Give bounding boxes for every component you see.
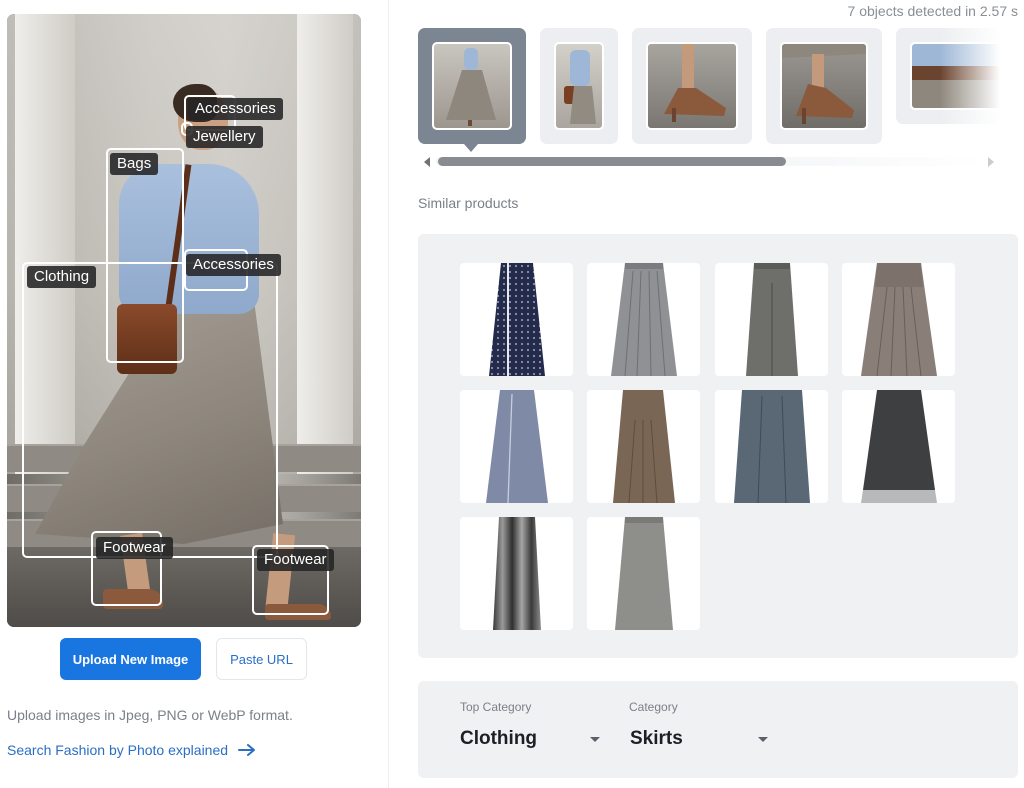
object-thumb-footwear[interactable] — [632, 28, 752, 144]
scroll-left-icon[interactable] — [424, 157, 430, 167]
detection-label-footwear[interactable]: Footwear — [96, 537, 173, 559]
object-thumb-footwear-2[interactable] — [766, 28, 882, 144]
upload-format-hint: Upload images in Jpeg, PNG or WebP forma… — [7, 707, 293, 723]
scrollbar-thumb[interactable] — [438, 157, 786, 166]
explained-link[interactable]: Search Fashion by Photo explained — [7, 742, 256, 758]
product-card[interactable] — [460, 390, 573, 503]
skirt-product-image — [488, 263, 545, 376]
strip-fade — [940, 28, 1000, 146]
scroll-right-icon[interactable] — [988, 157, 994, 167]
skirt-product-image — [485, 390, 548, 503]
detection-label-footwear-2[interactable]: Footwear — [257, 549, 334, 571]
active-thumb-caret — [464, 144, 478, 152]
object-thumb-image — [646, 42, 738, 130]
paste-url-button[interactable]: Paste URL — [216, 638, 307, 680]
detection-box-clothing[interactable] — [22, 262, 278, 558]
product-card[interactable] — [715, 390, 828, 503]
top-category-label: Top Category — [460, 700, 532, 714]
detection-label-accessories-2[interactable]: Accessories — [186, 254, 281, 276]
skirt-product-image — [610, 263, 677, 376]
skirt-product-image — [733, 390, 810, 503]
thumb-scrollbar[interactable] — [422, 155, 998, 169]
upload-new-image-button[interactable]: Upload New Image — [60, 638, 201, 680]
skirt-figure-icon — [446, 48, 496, 126]
skirt-product-image — [860, 390, 937, 503]
skirt-product-image — [745, 263, 798, 376]
product-card[interactable] — [587, 390, 700, 503]
top-category-value[interactable]: Clothing — [460, 728, 537, 750]
skirt-product-image — [492, 517, 541, 630]
category-select[interactable]: Skirts — [630, 725, 768, 753]
similar-products-grid — [418, 234, 1018, 658]
object-thumb-bags[interactable] — [540, 28, 618, 144]
product-card[interactable] — [842, 263, 955, 376]
shoe-icon — [782, 44, 866, 124]
chevron-down-icon[interactable] — [758, 736, 768, 742]
left-panel: Accessories Jewellery Bags Clothing Acce… — [0, 0, 389, 788]
category-filters: Top Category Clothing Category Skirts — [418, 681, 1018, 778]
shoe-icon — [664, 44, 726, 122]
detection-summary: 7 objects detected in 2.57 s — [847, 3, 1018, 19]
category-value[interactable]: Skirts — [630, 728, 683, 750]
top-category-select[interactable]: Clothing — [460, 725, 600, 753]
detection-label-clothing[interactable]: Clothing — [27, 266, 97, 288]
skirt-product-image — [860, 263, 937, 376]
chevron-down-icon[interactable] — [590, 736, 600, 742]
similar-products-title: Similar products — [418, 195, 519, 211]
product-card[interactable] — [842, 390, 955, 503]
product-card[interactable] — [460, 263, 573, 376]
arrow-right-icon[interactable] — [238, 744, 256, 756]
detection-label-jewellery[interactable]: Jewellery — [186, 126, 263, 148]
detected-objects-strip — [418, 28, 1000, 146]
object-thumb-image — [554, 42, 604, 130]
object-thumb-clothing[interactable] — [418, 28, 526, 144]
bag-figure-icon — [564, 50, 596, 124]
product-card[interactable] — [460, 517, 573, 630]
product-card[interactable] — [715, 263, 828, 376]
skirt-product-image — [612, 390, 675, 503]
skirt-product-image — [614, 517, 673, 630]
detection-label-accessories[interactable]: Accessories — [188, 98, 283, 120]
product-card[interactable] — [587, 517, 700, 630]
explained-link-label[interactable]: Search Fashion by Photo explained — [7, 742, 228, 758]
category-label: Category — [629, 700, 678, 714]
detection-label-bags[interactable]: Bags — [110, 153, 159, 175]
photo-pillar — [297, 14, 353, 474]
product-card[interactable] — [587, 263, 700, 376]
object-thumb-image — [432, 42, 512, 130]
object-thumb-image — [780, 42, 868, 130]
